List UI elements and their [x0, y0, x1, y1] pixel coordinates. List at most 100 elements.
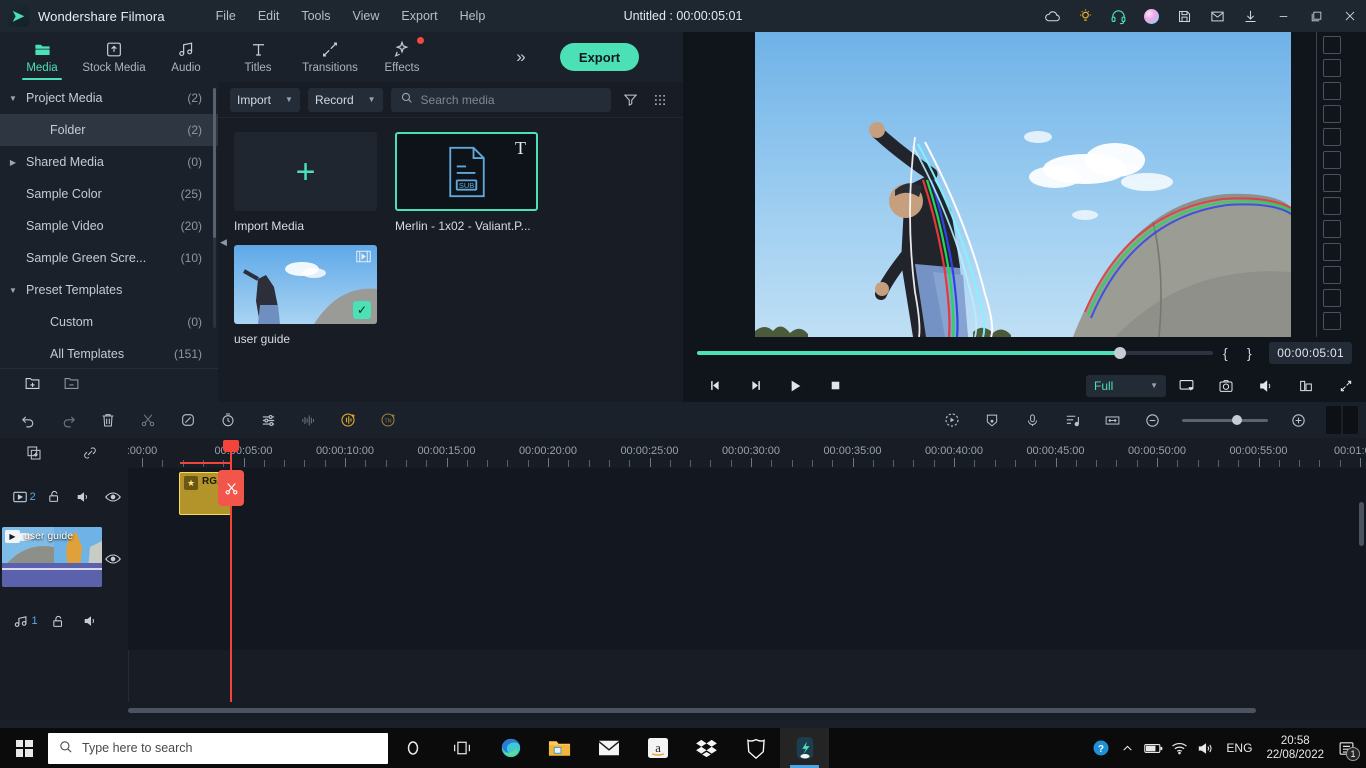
zoom-out-button[interactable]: [1132, 402, 1172, 438]
timeline-ruler[interactable]: :00:00 00:00:05:00 00:00:10:00 00:00:15:00 0…: [128, 438, 1366, 468]
timeline-clip-video[interactable]: ▶ user guide: [2, 527, 102, 587]
tab-titles[interactable]: Titles: [222, 32, 294, 82]
media-item-import[interactable]: + Import Media: [234, 132, 377, 233]
auto-highlight-button[interactable]: TN: [368, 402, 408, 438]
split-button[interactable]: [128, 402, 168, 438]
task-view-icon[interactable]: [437, 728, 486, 768]
media-item-video[interactable]: ✓ user guide: [234, 245, 377, 346]
tab-stock-media[interactable]: Stock Media: [78, 32, 150, 82]
menu-file[interactable]: File: [205, 4, 247, 28]
video-canvas[interactable]: [755, 32, 1291, 337]
collapse-panel-handle[interactable]: ◀: [219, 232, 228, 252]
preview-seek-handle[interactable]: [1114, 347, 1127, 359]
menu-edit[interactable]: Edit: [247, 4, 291, 28]
motion-tracking-button[interactable]: [932, 402, 972, 438]
redo-button[interactable]: [48, 402, 88, 438]
sidebar-item-all-templates[interactable]: All Templates (151): [0, 338, 218, 368]
crop-button[interactable]: [168, 402, 208, 438]
battery-icon[interactable]: [1140, 728, 1166, 768]
sidebar-item-sample-video[interactable]: Sample Video (20): [0, 210, 218, 242]
help-icon[interactable]: ?: [1088, 728, 1114, 768]
import-dropdown[interactable]: Import ▼: [230, 87, 300, 112]
account-orb-icon[interactable]: [1135, 0, 1168, 32]
wifi-icon[interactable]: [1166, 728, 1192, 768]
filter-icon[interactable]: [619, 92, 641, 107]
next-frame-button[interactable]: [735, 369, 775, 402]
fullscreen-button[interactable]: [1326, 369, 1366, 402]
fit-timeline-button[interactable]: [1092, 402, 1132, 438]
show-hidden-icons-icon[interactable]: [1114, 728, 1140, 768]
dropbox-icon[interactable]: [682, 728, 731, 768]
sidebar-item-preset-templates[interactable]: ▼ Preset Templates: [0, 274, 218, 306]
track-lane[interactable]: [128, 592, 1366, 650]
pip-window-button[interactable]: [1286, 369, 1326, 402]
playhead-handle[interactable]: [223, 440, 239, 452]
unlock-icon[interactable]: [39, 489, 69, 504]
menu-view[interactable]: View: [342, 4, 391, 28]
download-icon[interactable]: [1234, 0, 1267, 32]
menu-tools[interactable]: Tools: [290, 4, 341, 28]
voiceover-microphone-button[interactable]: [1012, 402, 1052, 438]
close-icon[interactable]: [1333, 0, 1366, 32]
remove-folder-icon[interactable]: [63, 375, 80, 397]
speed-button[interactable]: [208, 402, 248, 438]
media-item-subtitle[interactable]: T SUB Merlin - 1x02 - Valiant.P...: [395, 132, 538, 233]
taskbar-clock[interactable]: 20:58 22/08/2022: [1260, 734, 1330, 762]
mark-in-button[interactable]: {: [1213, 345, 1237, 361]
volume-button[interactable]: [1246, 369, 1286, 402]
windows-start-icon[interactable]: [0, 728, 48, 768]
chevron-right-icon[interactable]: ▶: [0, 158, 26, 167]
audio-mixer-button[interactable]: [1052, 402, 1092, 438]
prev-frame-button[interactable]: [695, 369, 735, 402]
sidebar-item-project-media[interactable]: ▼ Project Media (2): [0, 82, 218, 114]
tab-effects[interactable]: Effects: [366, 32, 438, 82]
sidebar-scrollbar[interactable]: [213, 88, 216, 328]
tab-transitions[interactable]: Transitions: [294, 32, 366, 82]
playhead[interactable]: [180, 440, 244, 702]
more-tabs-button[interactable]: »: [508, 47, 534, 67]
link-icon[interactable]: [72, 438, 108, 468]
grid-view-icon[interactable]: [649, 93, 671, 107]
mute-speaker-icon[interactable]: [74, 614, 106, 628]
render-preview-button[interactable]: [1326, 406, 1360, 434]
snapshot-camera-button[interactable]: [1206, 369, 1246, 402]
auto-sync-button[interactable]: [328, 402, 368, 438]
new-folder-icon[interactable]: [24, 375, 41, 397]
notifications-icon[interactable]: 1: [1330, 728, 1362, 768]
sidebar-item-sample-color[interactable]: Sample Color (25): [0, 178, 218, 210]
unlock-icon[interactable]: [42, 614, 74, 629]
timeline-vertical-scrollbar[interactable]: [1359, 502, 1364, 546]
chevron-down-icon[interactable]: ▼: [368, 95, 376, 104]
timeline-zoom-slider[interactable]: [1182, 415, 1268, 425]
delete-button[interactable]: [88, 402, 128, 438]
sidebar-item-sample-green-screen[interactable]: Sample Green Scre... (10): [0, 242, 218, 274]
microsoft-edge-icon[interactable]: [486, 728, 535, 768]
minimize-icon[interactable]: [1267, 0, 1300, 32]
timeline-horizontal-scrollbar[interactable]: [0, 702, 1366, 720]
menu-help[interactable]: Help: [449, 4, 497, 28]
mail-icon[interactable]: [584, 728, 633, 768]
tab-audio[interactable]: Audio: [150, 32, 222, 82]
filmora-taskbar-icon[interactable]: [780, 728, 829, 768]
track-lane[interactable]: [128, 525, 1366, 592]
file-explorer-icon[interactable]: [535, 728, 584, 768]
headset-support-icon[interactable]: [1102, 0, 1135, 32]
chevron-down-icon[interactable]: ▼: [1150, 381, 1158, 390]
volume-icon[interactable]: [1192, 728, 1218, 768]
export-button[interactable]: Export: [560, 43, 639, 71]
record-dropdown[interactable]: Record ▼: [307, 87, 383, 112]
media-thumbnail[interactable]: ✓: [234, 245, 377, 324]
eye-icon[interactable]: [98, 553, 128, 565]
chevron-down-icon[interactable]: ▼: [285, 95, 293, 104]
search-input[interactable]: [420, 92, 602, 107]
mute-speaker-icon[interactable]: [69, 490, 99, 504]
save-icon[interactable]: [1168, 0, 1201, 32]
chevron-down-icon[interactable]: ▼: [0, 286, 26, 295]
search-media-box[interactable]: [390, 87, 611, 112]
split-at-playhead-button[interactable]: [218, 470, 244, 506]
chevron-down-icon[interactable]: ▼: [0, 94, 26, 103]
taskbar-search-box[interactable]: Type here to search: [48, 732, 388, 764]
sidebar-item-custom[interactable]: Custom (0): [0, 306, 218, 338]
menu-export[interactable]: Export: [390, 4, 448, 28]
brave-browser-icon[interactable]: [731, 728, 780, 768]
